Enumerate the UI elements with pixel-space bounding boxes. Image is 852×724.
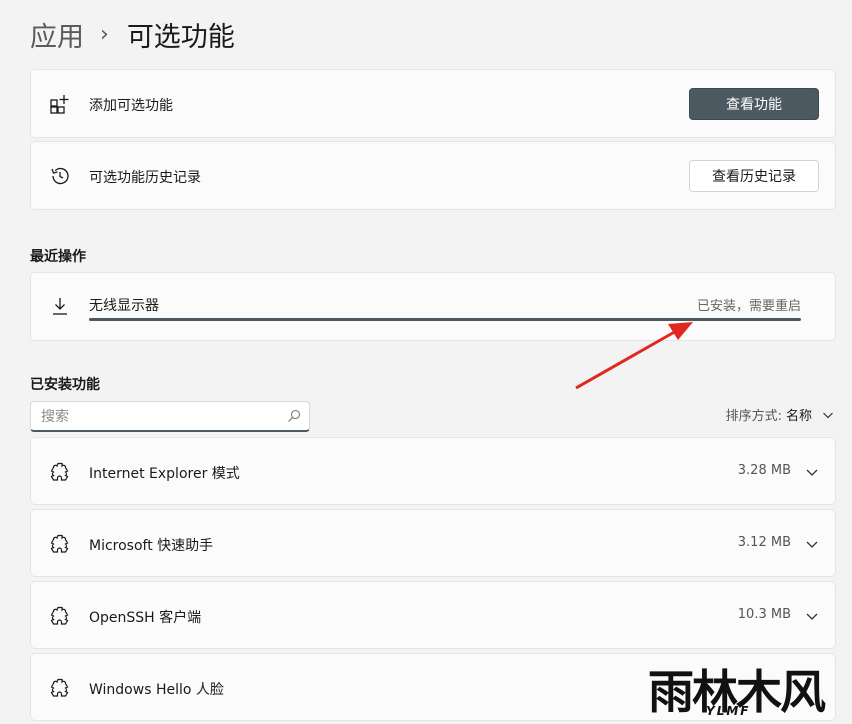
- breadcrumb: 应用 › 可选功能: [30, 14, 235, 54]
- chevron-down-icon: [823, 412, 833, 418]
- search-icon: [288, 409, 301, 422]
- feature-row[interactable]: Microsoft 快速助手 3.12 MB: [30, 509, 836, 577]
- sort-value: 名称: [785, 409, 812, 424]
- recent-actions-heading: 最近操作: [30, 249, 86, 265]
- chevron-down-icon[interactable]: [805, 537, 819, 551]
- sort-dropdown[interactable]: 排序方式: 名称: [726, 405, 834, 424]
- feature-history-card: 可选功能历史记录 查看历史记录: [30, 141, 836, 210]
- feature-name: Microsoft 快速助手: [89, 538, 214, 554]
- feature-size: 3.28 MB: [737, 463, 791, 478]
- feature-name: OpenSSH 客户端: [89, 610, 202, 626]
- search-box: [30, 401, 310, 432]
- add-grid-icon: [50, 95, 69, 114]
- page-title: 可选功能: [126, 21, 235, 53]
- feature-name: Internet Explorer 模式: [89, 466, 240, 482]
- sort-label: 排序方式:: [725, 409, 782, 424]
- installed-features-heading: 已安装功能: [30, 377, 100, 393]
- feature-size: 10.3 MB: [737, 607, 791, 622]
- add-feature-card: 添加可选功能 查看功能: [30, 69, 836, 138]
- recent-item-status: 已安装，需要重启: [696, 299, 801, 314]
- puzzle-gear-icon: [50, 462, 69, 481]
- add-feature-label: 添加可选功能: [89, 98, 173, 114]
- ylmf-watermark-logo: 雨林木风 YLMF: [648, 660, 852, 724]
- recent-action-card: 无线显示器 已安装，需要重启: [30, 272, 836, 341]
- red-arrow-annotation: [575, 322, 693, 390]
- breadcrumb-apps-link[interactable]: 应用: [30, 15, 84, 54]
- history-icon: [51, 167, 69, 185]
- feature-row[interactable]: Internet Explorer 模式 3.28 MB: [30, 437, 836, 505]
- puzzle-gear-icon: [50, 606, 69, 625]
- view-history-button[interactable]: 查看历史记录: [689, 160, 819, 192]
- recent-item-name: 无线显示器: [89, 298, 159, 314]
- puzzle-gear-icon: [50, 534, 69, 553]
- view-features-button[interactable]: 查看功能: [689, 88, 819, 120]
- puzzle-gear-icon: [50, 678, 69, 697]
- search-input[interactable]: [39, 406, 283, 428]
- chevron-down-icon[interactable]: [805, 465, 819, 479]
- chevron-right-icon: ›: [100, 21, 109, 47]
- feature-name: Windows Hello 人脸: [89, 682, 224, 698]
- download-icon: [53, 298, 67, 315]
- chevron-down-icon[interactable]: [805, 609, 819, 623]
- feature-row[interactable]: OpenSSH 客户端 10.3 MB: [30, 581, 836, 649]
- watermark-sub-text: YLMF: [706, 704, 751, 718]
- feature-size: 3.12 MB: [737, 535, 791, 550]
- feature-history-label: 可选功能历史记录: [89, 170, 201, 186]
